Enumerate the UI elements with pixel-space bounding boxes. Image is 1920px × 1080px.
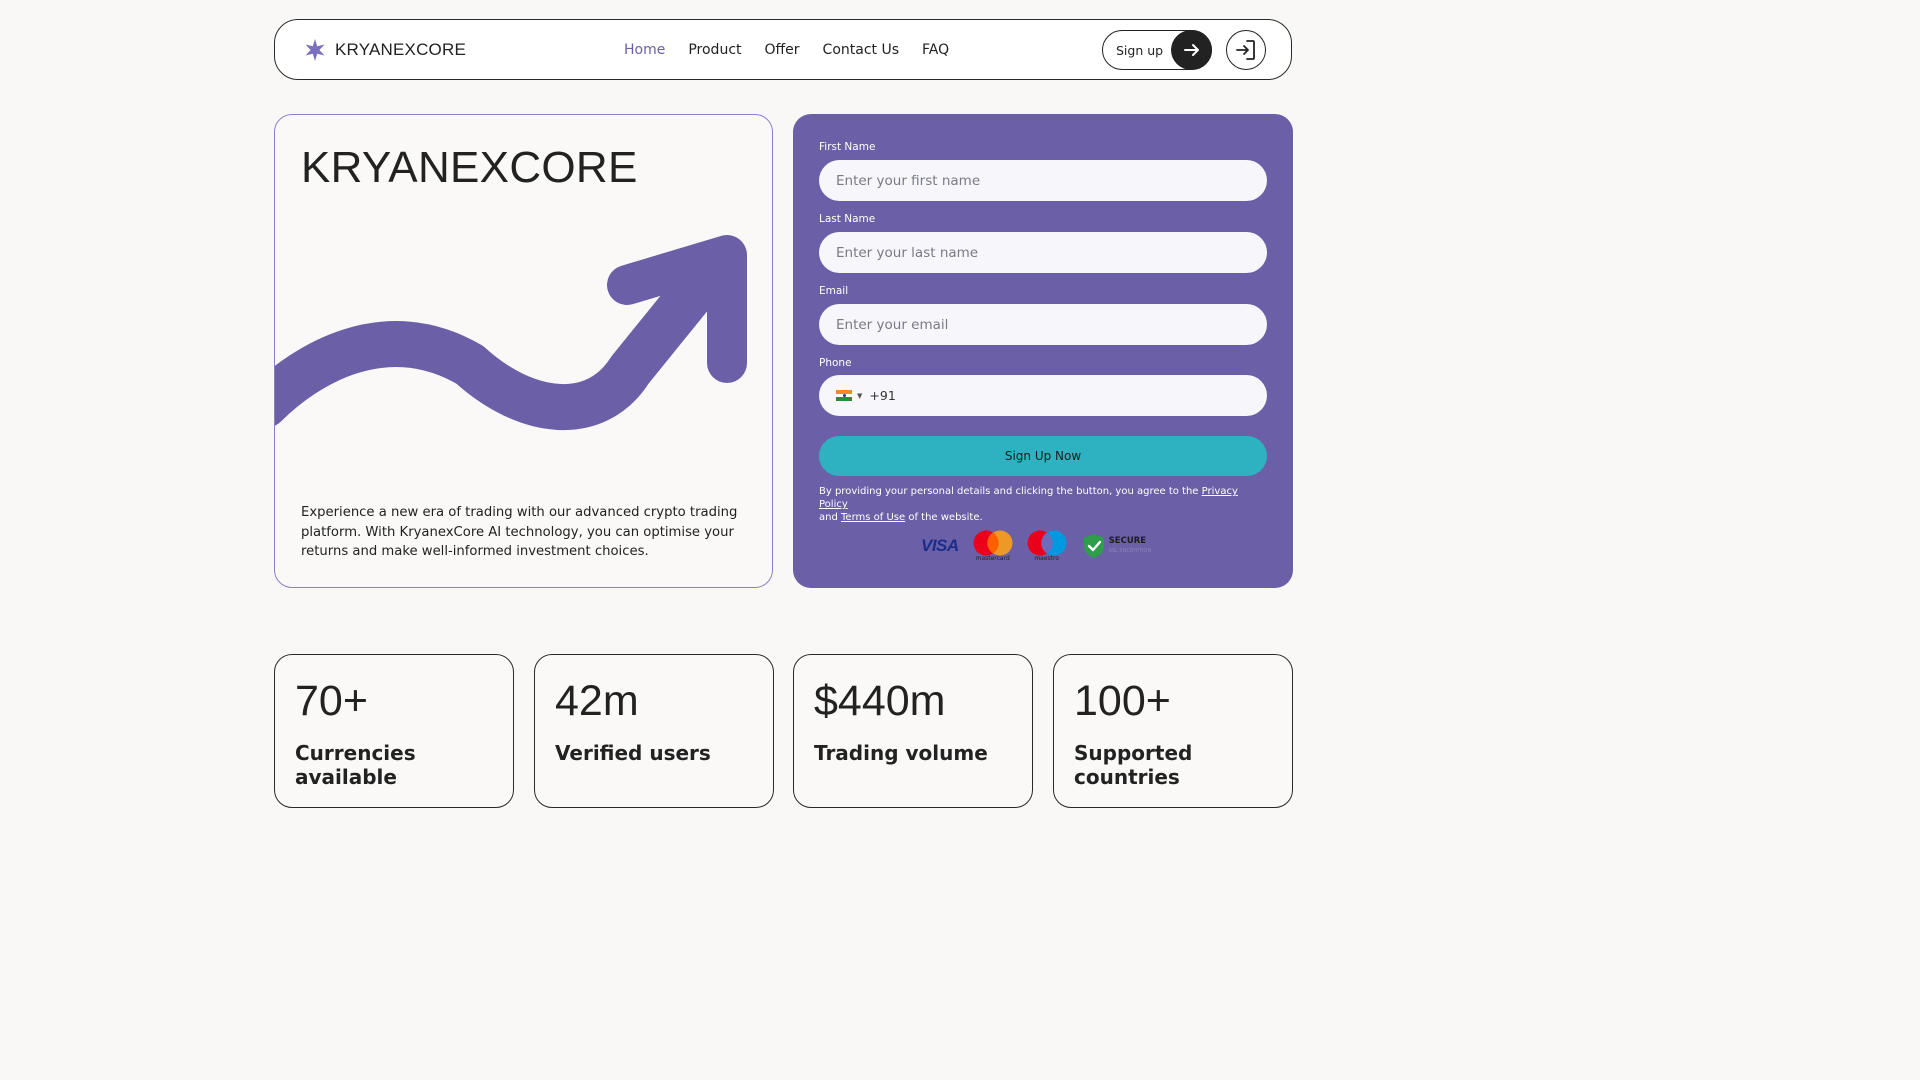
nav-item-product[interactable]: Product (688, 42, 741, 58)
legal-and: and (819, 512, 838, 523)
first-name-label: First Name (819, 141, 876, 153)
hero-description: Experience a new era of trading with our… (301, 505, 738, 560)
stat-value: 42m (555, 677, 639, 725)
stat-label: Supported countries (1074, 741, 1193, 789)
last-name-label: Last Name (819, 213, 876, 225)
login-button[interactable] (1226, 30, 1266, 70)
first-name-field[interactable] (819, 160, 1267, 201)
header-signup-button[interactable]: Sign up (1102, 30, 1212, 70)
brand-logo[interactable]: KRYANEXCORE (303, 38, 466, 62)
stat-value: $440m (814, 677, 946, 725)
stat-label: Currencies available (295, 741, 416, 789)
payment-badges: VISA mastercard maestro SECURE SSL ENCRY… (921, 530, 1151, 562)
legal-notice: By providing your personal details and c… (819, 485, 1269, 524)
shield-check-icon (1083, 534, 1104, 558)
nav-item-contact-us[interactable]: Contact Us (823, 42, 899, 58)
stat-value: 100+ (1074, 677, 1171, 725)
nav-item-faq[interactable]: FAQ (922, 42, 949, 58)
phone-field[interactable]: ▼ +91 (819, 375, 1267, 416)
stat-label: Verified users (555, 741, 711, 765)
main-nav: Home Product Offer Contact Us FAQ (624, 42, 972, 58)
arrow-right-icon (1171, 30, 1212, 70)
top-navbar: KRYANEXCORE Home Product Offer Contact U… (274, 19, 1292, 80)
hero-card: KRYANEXCORE Experience a new era of trad… (274, 114, 773, 588)
sign-up-now-button[interactable]: Sign Up Now (819, 436, 1267, 476)
stat-value: 70+ (295, 677, 368, 725)
signup-form: First Name Last Name Email Phone ▼ +91 S… (793, 114, 1293, 588)
email-label: Email (819, 285, 849, 297)
maestro-wordmark: maestro (1034, 555, 1060, 562)
star-icon (305, 39, 325, 61)
stat-card-volume: $440m Trading volume (793, 654, 1033, 808)
secure-badge: SECURE SSL ENCRYPTION (1081, 532, 1152, 560)
secure-sublabel: SSL ENCRYPTION (1108, 548, 1152, 554)
nav-item-offer[interactable]: Offer (765, 42, 800, 58)
mastercard-logo: mastercard (973, 530, 1013, 562)
stat-card-users: 42m Verified users (534, 654, 774, 808)
brand-name: KRYANEXCORE (335, 40, 466, 59)
secure-label: SECURE (1108, 536, 1147, 546)
signup-label: Sign up (1116, 43, 1164, 58)
last-name-field[interactable] (819, 232, 1267, 273)
mastercard-wordmark: mastercard (975, 555, 1010, 562)
legal-suffix: of the website. (908, 512, 983, 523)
maestro-logo: maestro (1027, 530, 1067, 562)
legal-prefix: By providing your personal details and c… (819, 486, 1199, 497)
stat-card-countries: 100+ Supported countries (1053, 654, 1293, 808)
visa-logo: VISA (921, 536, 959, 555)
terms-of-use-link[interactable]: Terms of Use (841, 512, 905, 523)
nav-item-home[interactable]: Home (624, 42, 665, 58)
phone-label: Phone (819, 357, 852, 369)
stat-label: Trading volume (814, 741, 988, 765)
india-flag-icon[interactable] (836, 390, 852, 402)
email-field[interactable] (819, 304, 1267, 345)
dial-code: +91 (869, 388, 896, 403)
chevron-down-icon[interactable]: ▼ (857, 392, 862, 400)
login-icon (1236, 40, 1255, 60)
stat-card-currencies: 70+ Currencies available (274, 654, 514, 808)
